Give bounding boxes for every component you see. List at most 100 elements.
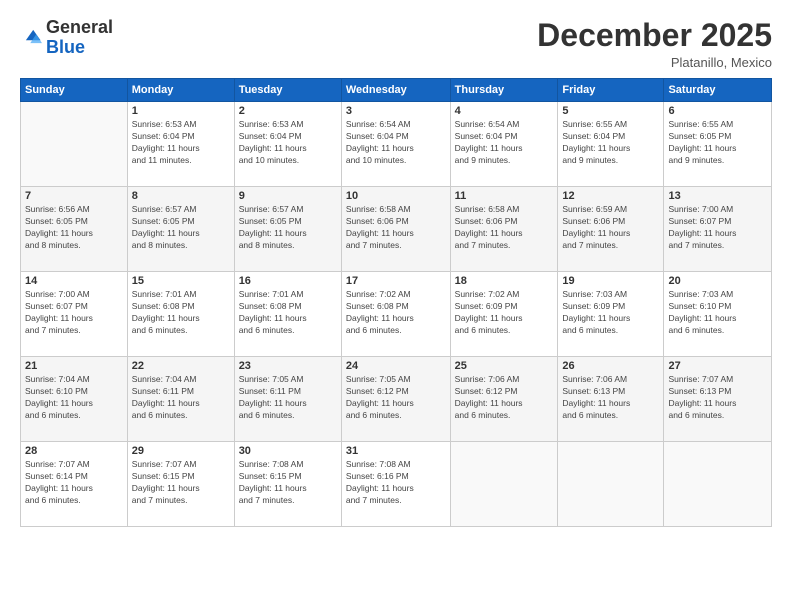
cell-info: Sunrise: 6:57 AM Sunset: 6:05 PM Dayligh…: [132, 204, 230, 252]
header: General Blue December 2025 Platanillo, M…: [20, 18, 772, 70]
cell-info: Sunrise: 6:55 AM Sunset: 6:05 PM Dayligh…: [668, 119, 767, 167]
calendar-cell: 23 Sunrise: 7:05 AM Sunset: 6:11 PM Dayli…: [234, 357, 341, 442]
logo-text: General Blue: [46, 18, 113, 58]
calendar-week-row: 28 Sunrise: 7:07 AM Sunset: 6:14 PM Dayli…: [21, 442, 772, 527]
calendar-cell: 24 Sunrise: 7:05 AM Sunset: 6:12 PM Dayli…: [341, 357, 450, 442]
day-header: Wednesday: [341, 79, 450, 102]
calendar-cell: 11 Sunrise: 6:58 AM Sunset: 6:06 PM Dayli…: [450, 187, 558, 272]
day-header: Thursday: [450, 79, 558, 102]
cell-info: Sunrise: 6:56 AM Sunset: 6:05 PM Dayligh…: [25, 204, 123, 252]
calendar-cell: 16 Sunrise: 7:01 AM Sunset: 6:08 PM Dayli…: [234, 272, 341, 357]
cell-info: Sunrise: 7:08 AM Sunset: 6:16 PM Dayligh…: [346, 459, 446, 507]
calendar-cell: 27 Sunrise: 7:07 AM Sunset: 6:13 PM Dayli…: [664, 357, 772, 442]
calendar-cell: [450, 442, 558, 527]
cell-date: 9: [239, 190, 337, 202]
logo-general: General: [46, 17, 113, 37]
logo-blue: Blue: [46, 37, 85, 57]
cell-date: 16: [239, 275, 337, 287]
calendar-cell: [558, 442, 664, 527]
cell-date: 24: [346, 360, 446, 372]
calendar-cell: 25 Sunrise: 7:06 AM Sunset: 6:12 PM Dayli…: [450, 357, 558, 442]
cell-date: 13: [668, 190, 767, 202]
calendar-cell: 31 Sunrise: 7:08 AM Sunset: 6:16 PM Dayli…: [341, 442, 450, 527]
calendar-cell: 4 Sunrise: 6:54 AM Sunset: 6:04 PM Daylig…: [450, 102, 558, 187]
cell-info: Sunrise: 7:05 AM Sunset: 6:12 PM Dayligh…: [346, 374, 446, 422]
page: General Blue December 2025 Platanillo, M…: [0, 0, 792, 612]
calendar-week-row: 1 Sunrise: 6:53 AM Sunset: 6:04 PM Daylig…: [21, 102, 772, 187]
cell-date: 10: [346, 190, 446, 202]
calendar-cell: 17Sunrise: 7:02 AM Sunset: 6:08 PM Dayli…: [341, 272, 450, 357]
calendar: SundayMondayTuesdayWednesdayThursdayFrid…: [20, 78, 772, 527]
calendar-cell: 9 Sunrise: 6:57 AM Sunset: 6:05 PM Daylig…: [234, 187, 341, 272]
cell-info: Sunrise: 7:01 AM Sunset: 6:08 PM Dayligh…: [239, 289, 337, 337]
logo-icon: [20, 27, 42, 49]
calendar-cell: 3Sunrise: 6:54 AM Sunset: 6:04 PM Daylig…: [341, 102, 450, 187]
calendar-cell: 12 Sunrise: 6:59 AM Sunset: 6:06 PM Dayli…: [558, 187, 664, 272]
logo: General Blue: [20, 18, 113, 58]
cell-info: Sunrise: 7:04 AM Sunset: 6:10 PM Dayligh…: [25, 374, 123, 422]
calendar-cell: 30 Sunrise: 7:08 AM Sunset: 6:15 PM Dayli…: [234, 442, 341, 527]
calendar-cell: 10 Sunrise: 6:58 AM Sunset: 6:06 PM Dayli…: [341, 187, 450, 272]
cell-date: 5: [562, 105, 659, 117]
cell-date: 29: [132, 445, 230, 457]
cell-info: Sunrise: 6:58 AM Sunset: 6:06 PM Dayligh…: [346, 204, 446, 252]
calendar-week-row: 14Sunrise: 7:00 AM Sunset: 6:07 PM Dayli…: [21, 272, 772, 357]
cell-date: 14: [25, 275, 123, 287]
cell-info: Sunrise: 6:53 AM Sunset: 6:04 PM Dayligh…: [239, 119, 337, 167]
cell-date: 8: [132, 190, 230, 202]
calendar-cell: [21, 102, 128, 187]
cell-info: Sunrise: 7:01 AM Sunset: 6:08 PM Dayligh…: [132, 289, 230, 337]
calendar-cell: 14Sunrise: 7:00 AM Sunset: 6:07 PM Dayli…: [21, 272, 128, 357]
month-title: December 2025: [537, 18, 772, 53]
calendar-cell: [664, 442, 772, 527]
cell-info: Sunrise: 6:57 AM Sunset: 6:05 PM Dayligh…: [239, 204, 337, 252]
cell-date: 18: [455, 275, 554, 287]
cell-info: Sunrise: 7:00 AM Sunset: 6:07 PM Dayligh…: [668, 204, 767, 252]
cell-date: 23: [239, 360, 337, 372]
cell-info: Sunrise: 7:08 AM Sunset: 6:15 PM Dayligh…: [239, 459, 337, 507]
cell-date: 12: [562, 190, 659, 202]
calendar-cell: 20Sunrise: 7:03 AM Sunset: 6:10 PM Dayli…: [664, 272, 772, 357]
cell-date: 25: [455, 360, 554, 372]
calendar-week-row: 21Sunrise: 7:04 AM Sunset: 6:10 PM Dayli…: [21, 357, 772, 442]
cell-info: Sunrise: 7:06 AM Sunset: 6:13 PM Dayligh…: [562, 374, 659, 422]
calendar-cell: 28 Sunrise: 7:07 AM Sunset: 6:14 PM Dayli…: [21, 442, 128, 527]
cell-date: 11: [455, 190, 554, 202]
calendar-cell: 21Sunrise: 7:04 AM Sunset: 6:10 PM Dayli…: [21, 357, 128, 442]
cell-info: Sunrise: 6:58 AM Sunset: 6:06 PM Dayligh…: [455, 204, 554, 252]
calendar-cell: 1 Sunrise: 6:53 AM Sunset: 6:04 PM Daylig…: [127, 102, 234, 187]
calendar-cell: 29 Sunrise: 7:07 AM Sunset: 6:15 PM Dayli…: [127, 442, 234, 527]
cell-date: 1: [132, 105, 230, 117]
cell-date: 30: [239, 445, 337, 457]
cell-info: Sunrise: 6:54 AM Sunset: 6:04 PM Dayligh…: [346, 119, 446, 167]
cell-info: Sunrise: 7:06 AM Sunset: 6:12 PM Dayligh…: [455, 374, 554, 422]
cell-info: Sunrise: 7:07 AM Sunset: 6:13 PM Dayligh…: [668, 374, 767, 422]
cell-date: 31: [346, 445, 446, 457]
calendar-cell: 15Sunrise: 7:01 AM Sunset: 6:08 PM Dayli…: [127, 272, 234, 357]
calendar-week-row: 7 Sunrise: 6:56 AM Sunset: 6:05 PM Daylig…: [21, 187, 772, 272]
cell-date: 7: [25, 190, 123, 202]
calendar-cell: 19Sunrise: 7:03 AM Sunset: 6:09 PM Dayli…: [558, 272, 664, 357]
calendar-cell: 26Sunrise: 7:06 AM Sunset: 6:13 PM Dayli…: [558, 357, 664, 442]
calendar-cell: 13 Sunrise: 7:00 AM Sunset: 6:07 PM Dayli…: [664, 187, 772, 272]
calendar-header-row: SundayMondayTuesdayWednesdayThursdayFrid…: [21, 79, 772, 102]
day-header: Monday: [127, 79, 234, 102]
day-header: Tuesday: [234, 79, 341, 102]
cell-info: Sunrise: 6:54 AM Sunset: 6:04 PM Dayligh…: [455, 119, 554, 167]
day-header: Friday: [558, 79, 664, 102]
cell-date: 4: [455, 105, 554, 117]
cell-info: Sunrise: 6:59 AM Sunset: 6:06 PM Dayligh…: [562, 204, 659, 252]
cell-info: Sunrise: 6:53 AM Sunset: 6:04 PM Dayligh…: [132, 119, 230, 167]
calendar-cell: 5Sunrise: 6:55 AM Sunset: 6:04 PM Daylig…: [558, 102, 664, 187]
calendar-cell: 6Sunrise: 6:55 AM Sunset: 6:05 PM Daylig…: [664, 102, 772, 187]
cell-date: 27: [668, 360, 767, 372]
cell-info: Sunrise: 7:05 AM Sunset: 6:11 PM Dayligh…: [239, 374, 337, 422]
title-block: December 2025 Platanillo, Mexico: [537, 18, 772, 70]
cell-info: Sunrise: 7:02 AM Sunset: 6:08 PM Dayligh…: [346, 289, 446, 337]
cell-date: 28: [25, 445, 123, 457]
cell-info: Sunrise: 7:07 AM Sunset: 6:15 PM Dayligh…: [132, 459, 230, 507]
cell-date: 2: [239, 105, 337, 117]
cell-info: Sunrise: 7:04 AM Sunset: 6:11 PM Dayligh…: [132, 374, 230, 422]
calendar-cell: 7 Sunrise: 6:56 AM Sunset: 6:05 PM Daylig…: [21, 187, 128, 272]
cell-info: Sunrise: 7:07 AM Sunset: 6:14 PM Dayligh…: [25, 459, 123, 507]
